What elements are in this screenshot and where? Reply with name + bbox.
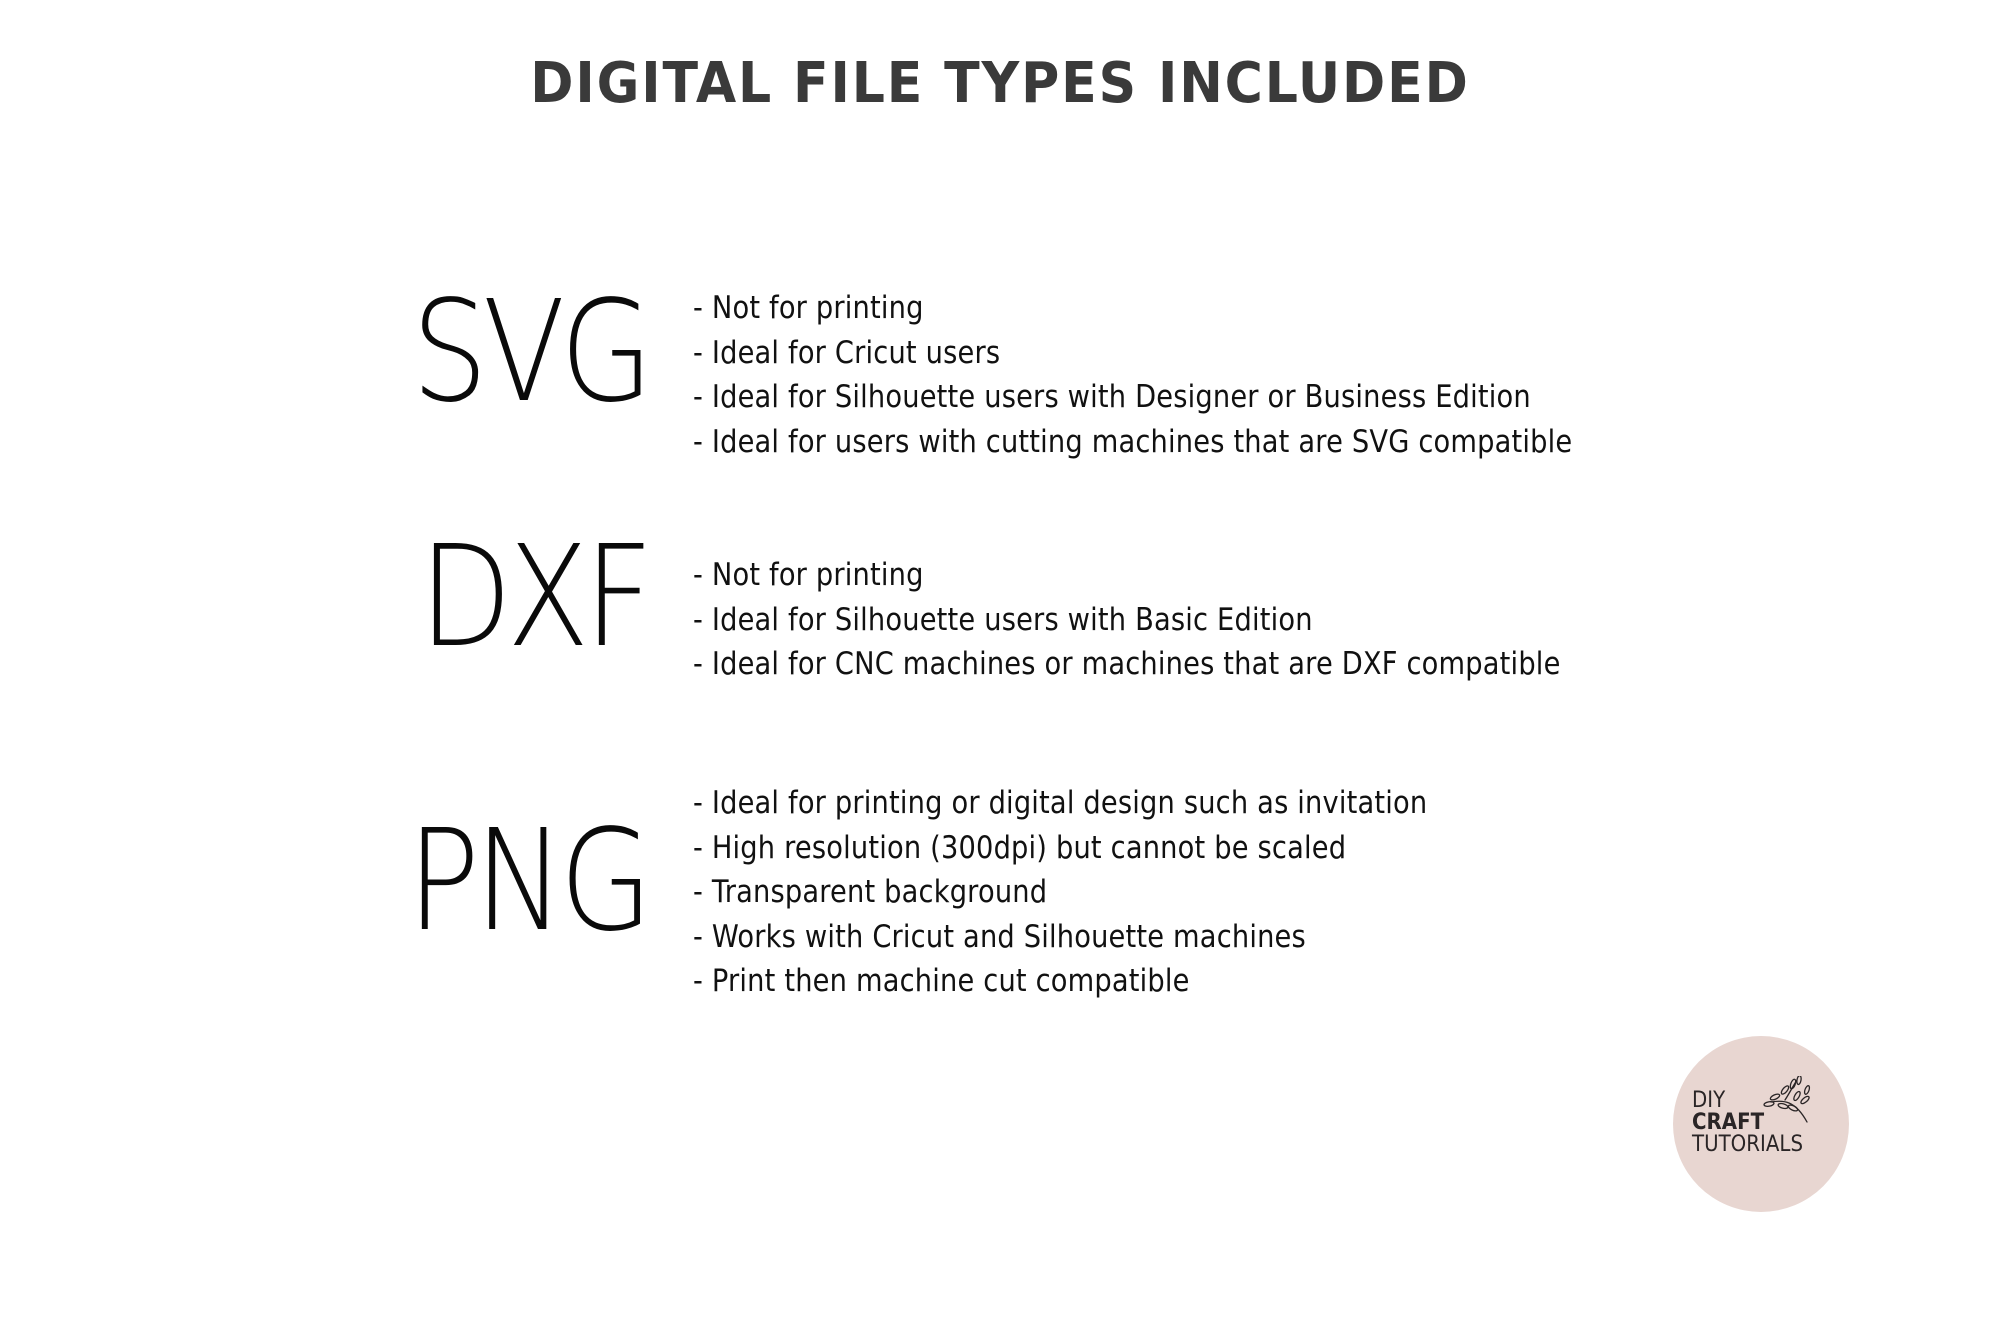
bullet-item: - Not for printing xyxy=(693,557,924,593)
leaf-sprig-icon xyxy=(1763,1076,1811,1123)
bullet-item: - Ideal for Cricut users xyxy=(693,334,1001,371)
bullet-item: - Not for printing xyxy=(693,290,924,326)
file-type-bullets-svg: - Not for printing - Ideal for Cricut us… xyxy=(693,286,1692,464)
file-type-bullets-png: - Ideal for printing or digital design s… xyxy=(693,781,1527,1004)
bullet-item: - Ideal for Silhouette users with Basic … xyxy=(693,601,1313,638)
bullet-item: - Ideal for printing or digital design s… xyxy=(693,785,1428,821)
bullet-item: - Transparent background xyxy=(693,874,1048,910)
file-type-label-dxf: DXF xyxy=(419,516,653,679)
file-type-label-png: PNG xyxy=(407,800,654,963)
bullet-item: - Ideal for users with cutting machines … xyxy=(693,423,1573,460)
bullet-item: - Ideal for CNC machines or machines tha… xyxy=(693,646,1561,682)
file-type-label-svg: SVG xyxy=(411,271,653,434)
bullet-item: - High resolution (300dpi) but cannot be… xyxy=(693,829,1347,866)
bullet-item: - Print then machine cut compatible xyxy=(693,963,1190,999)
bullet-item: - Ideal for Silhouette users with Design… xyxy=(693,379,1531,415)
file-type-bullets-dxf: - Not for printing - Ideal for Silhouett… xyxy=(693,553,1679,687)
logo-text-diy: DIY xyxy=(1692,1088,1726,1113)
logo-text-craft: CRAFT xyxy=(1692,1110,1765,1135)
page-title: DIGITAL FILE TYPES INCLUDED xyxy=(530,51,1470,116)
logo-text-tutorials: TUTORIALS xyxy=(1692,1132,1804,1157)
bullet-item: - Works with Cricut and Silhouette machi… xyxy=(693,918,1306,955)
brand-logo: DIY CRAFT TUTORIALS xyxy=(1673,1036,1849,1212)
